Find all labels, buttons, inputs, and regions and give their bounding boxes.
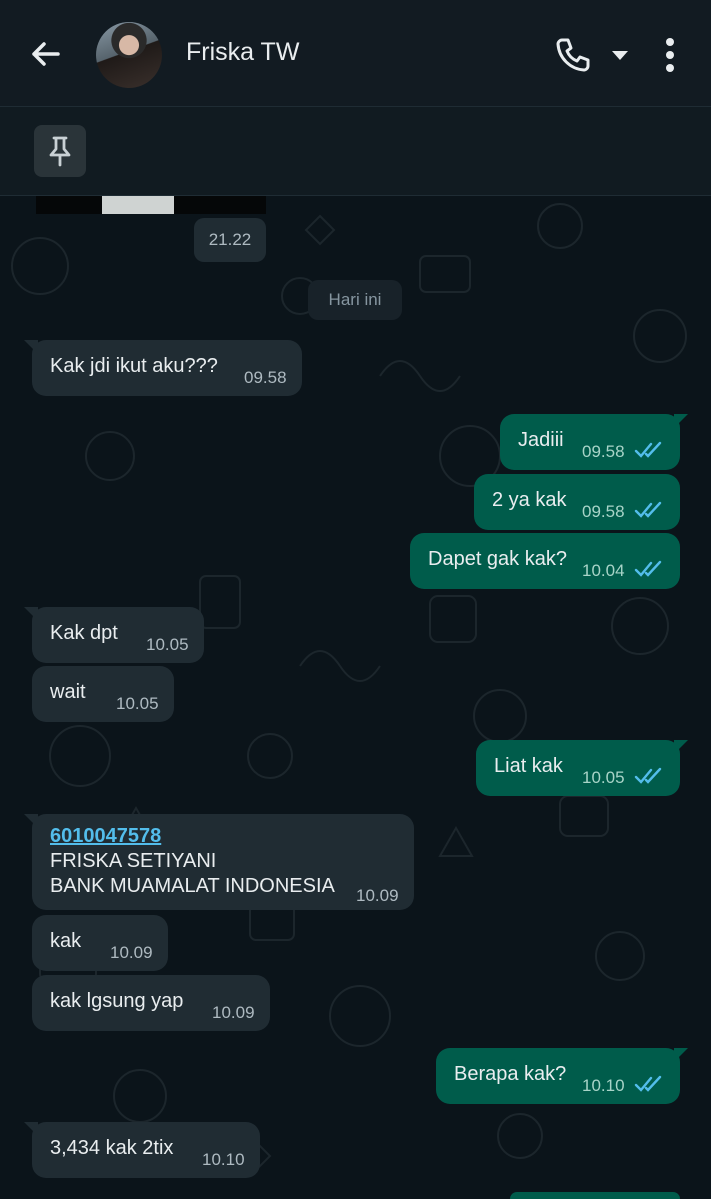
message-outgoing-partial[interactable] (510, 1192, 680, 1199)
message-time: 10.10 (582, 1076, 625, 1095)
message-text: kak (50, 930, 82, 952)
message-time: 10.09 (110, 943, 153, 962)
pinned-bar (0, 107, 711, 196)
message-incoming[interactable]: kak 10.09 (32, 915, 168, 971)
message-time: 09.58 (244, 368, 287, 387)
message-text: Kak dpt (50, 622, 118, 644)
message-text: BANK MUAMALAT INDONESIA (50, 875, 335, 897)
read-ticks-icon (634, 441, 662, 458)
message-incoming[interactable]: kak lgsung yap 10.09 (32, 975, 270, 1031)
message-incoming[interactable]: 3,434 kak 2tix 10.10 (24, 1122, 260, 1178)
phone-icon[interactable] (552, 34, 594, 76)
message-time: 10.05 (582, 768, 625, 787)
contact-name[interactable]: Friska TW (186, 38, 299, 67)
message-outgoing[interactable]: Liat kak 10.05 (476, 740, 688, 796)
avatar[interactable] (96, 22, 162, 88)
message-incoming[interactable]: 6010047578 FRISKA SETIYANI BANK MUAMALAT… (24, 814, 414, 910)
message-text: wait (50, 681, 86, 703)
message-text: Kak jdi ikut aku??? (50, 355, 218, 377)
message-text: 2 ya kak (492, 489, 567, 511)
read-ticks-icon (634, 767, 662, 784)
message-incoming[interactable]: Kak jdi ikut aku??? 09.58 (24, 340, 302, 396)
message-outgoing[interactable]: 2 ya kak 09.58 (474, 474, 680, 530)
message-time: 10.09 (356, 886, 399, 905)
read-ticks-icon (634, 501, 662, 518)
previous-message-time: 21.22 (194, 218, 266, 262)
message-text: 3,434 kak 2tix (50, 1137, 174, 1159)
message-text: Jadiii (518, 429, 564, 451)
message-time: 10.04 (582, 561, 625, 580)
chat-header: Friska TW (0, 0, 711, 107)
message-outgoing[interactable]: Berapa kak? 10.10 (436, 1048, 688, 1104)
previous-media-thumbnail[interactable] (36, 196, 266, 214)
account-number-link[interactable]: 6010047578 (50, 824, 335, 849)
message-outgoing[interactable]: Dapet gak kak? 10.04 (410, 533, 680, 589)
more-vert-icon[interactable] (652, 34, 688, 76)
message-text: kak lgsung yap (50, 990, 184, 1012)
message-incoming[interactable]: wait 10.05 (32, 666, 174, 722)
message-text: Dapet gak kak? (428, 548, 567, 570)
message-time: 10.09 (212, 1003, 255, 1022)
message-time: 10.10 (202, 1150, 245, 1169)
message-outgoing[interactable]: Jadiii 09.58 (500, 414, 688, 470)
message-text: Berapa kak? (454, 1063, 567, 1085)
message-text: FRISKA SETIYANI (50, 850, 217, 872)
read-ticks-icon (634, 1075, 662, 1092)
pin-icon (49, 136, 71, 167)
message-time: 10.05 (146, 635, 189, 654)
message-time: 10.05 (116, 694, 159, 713)
caret-down-icon[interactable] (608, 46, 632, 64)
message-time: 09.58 (582, 442, 625, 461)
arrow-left-icon[interactable] (24, 32, 68, 76)
message-time: 09.58 (582, 502, 625, 521)
message-text: Liat kak (494, 755, 563, 777)
pinned-message-button[interactable] (34, 125, 86, 177)
date-separator: Hari ini (308, 280, 402, 320)
read-ticks-icon (634, 560, 662, 577)
message-incoming[interactable]: Kak dpt 10.05 (24, 607, 204, 663)
